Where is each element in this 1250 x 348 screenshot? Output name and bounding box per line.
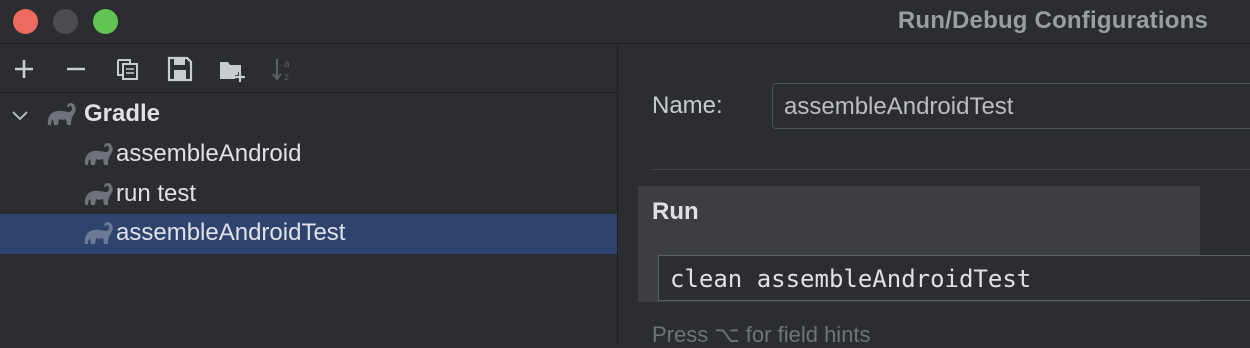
run-command-input[interactable]: clean assembleAndroidTest	[658, 255, 1250, 301]
title-bar: Run/Debug Configurations	[0, 0, 1250, 44]
save-icon[interactable]	[165, 54, 195, 84]
gradle-elephant-icon	[84, 143, 113, 165]
add-icon[interactable]	[9, 54, 39, 84]
copy-icon[interactable]	[113, 54, 143, 84]
remove-icon[interactable]	[61, 54, 91, 84]
sort-alphabetically-icon[interactable]: a z	[269, 54, 299, 84]
configurations-panel: a z Gradle assembleAndroid run test asse…	[0, 44, 618, 344]
close-window-button[interactable]	[13, 9, 38, 34]
configuration-details-panel: Name: assembleAndroidTest Run clean asse…	[618, 44, 1250, 347]
run-command-value: clean assembleAndroidTest	[670, 265, 1032, 293]
name-label: Name:	[652, 92, 723, 119]
minimize-window-button[interactable]	[53, 9, 78, 34]
gradle-elephant-icon	[47, 103, 76, 125]
gradle-elephant-icon	[84, 183, 113, 205]
maximize-window-button[interactable]	[93, 9, 118, 34]
chevron-down-icon[interactable]	[8, 103, 32, 127]
new-folder-icon[interactable]	[217, 54, 247, 84]
gradle-elephant-icon	[84, 222, 113, 244]
run-section-title: Run	[652, 198, 699, 225]
tree-item-label: assembleAndroidTest	[116, 219, 346, 246]
name-input-value: assembleAndroidTest	[784, 93, 1014, 120]
tree-item[interactable]: run test	[0, 175, 617, 215]
tree-item-label: assembleAndroid	[116, 140, 302, 167]
tree-group-gradle[interactable]: Gradle	[0, 95, 617, 135]
tree-item[interactable]: assembleAndroid	[0, 135, 617, 175]
section-divider	[652, 169, 1250, 170]
tree-item-label: run test	[116, 180, 197, 207]
svg-text:a: a	[284, 59, 290, 70]
window-title: Run/Debug Configurations	[897, 7, 1208, 34]
configurations-toolbar: a z	[0, 44, 617, 93]
tree-group-label: Gradle	[84, 100, 161, 127]
name-input[interactable]: assembleAndroidTest	[772, 83, 1250, 129]
field-hints-text: Press ⌥ for field hints	[652, 322, 871, 347]
tree-item-selected[interactable]: assembleAndroidTest	[0, 214, 617, 254]
svg-text:z: z	[284, 72, 289, 83]
